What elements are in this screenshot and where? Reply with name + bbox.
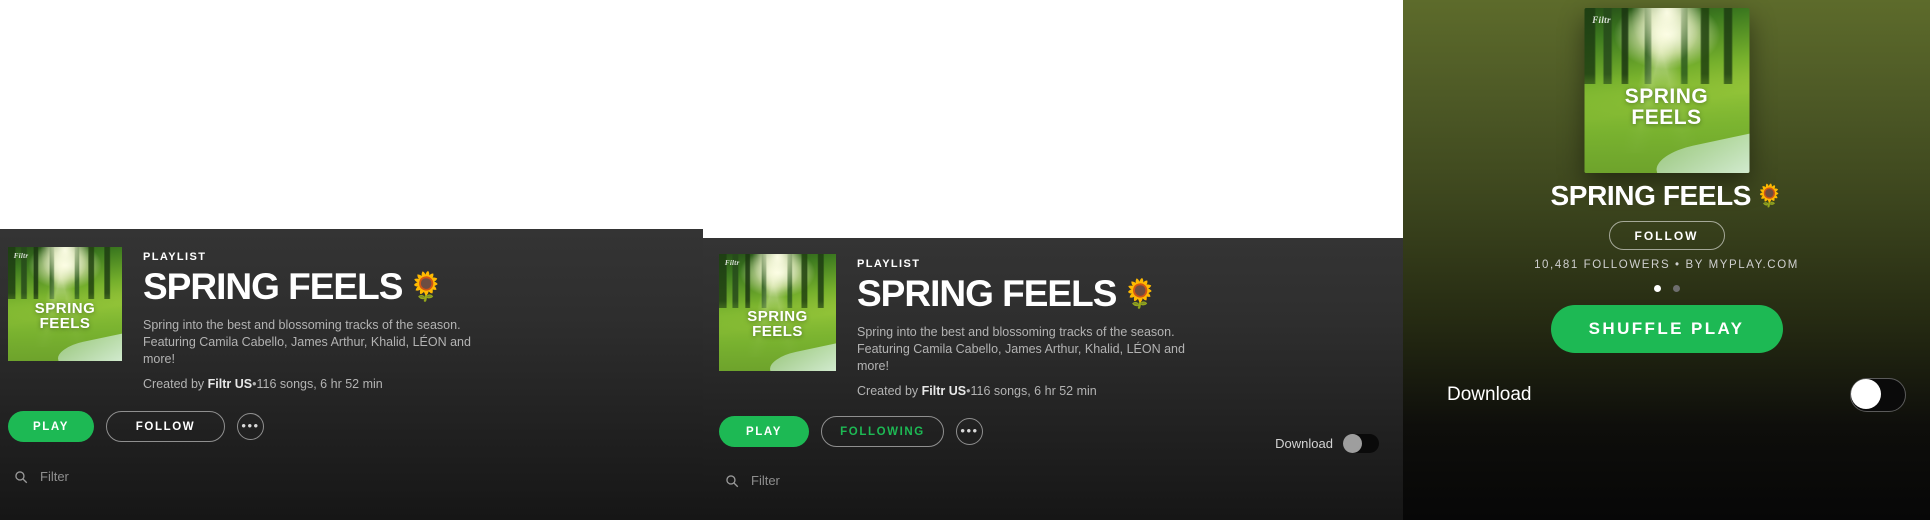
page-title-text: SPRING FEELS: [857, 273, 1117, 314]
more-options-button[interactable]: •••: [237, 413, 264, 440]
following-button[interactable]: FOLLOWING: [821, 416, 944, 447]
mobile-page-title: SPRING FEELS 🌻: [1403, 180, 1930, 212]
playlist-meta: PLAYLIST SPRING FEELS 🌻 Spring into the …: [857, 254, 1207, 398]
playlist-header: Filtr SPRING FEELS PLAYLIST SPRING FEELS…: [703, 238, 1403, 398]
filter-input[interactable]: Filter: [40, 469, 69, 484]
created-by-label: Created by: [857, 384, 919, 398]
sunflower-icon: 🌻: [408, 271, 444, 302]
playlist-type-label: PLAYLIST: [143, 251, 207, 263]
screenshot-stage: Filtr SPRING FEELS PLAYLIST SPRING FEELS…: [0, 0, 1930, 520]
filter-bar[interactable]: Filter: [14, 469, 703, 484]
creator-link[interactable]: Filtr US: [922, 384, 966, 398]
playlist-description: Spring into the best and blossoming trac…: [143, 318, 471, 366]
playlist-stats: 116 songs, 6 hr 52 min: [256, 377, 383, 391]
page-title: SPRING FEELS 🌻: [857, 273, 1207, 315]
action-buttons-row: PLAY FOLLOW •••: [8, 411, 703, 442]
more-options-button[interactable]: •••: [956, 418, 983, 445]
playlist-credits: Created by Filtr US•116 songs, 6 hr 52 m…: [143, 377, 493, 391]
playlist-stats: 116 songs, 6 hr 52 min: [970, 384, 1097, 398]
artwork-title-line1: SPRING: [1624, 84, 1709, 108]
download-toggle-knob: [1343, 434, 1362, 453]
desktop-playlist-panel-unfollowed: Filtr SPRING FEELS PLAYLIST SPRING FEELS…: [0, 229, 703, 520]
created-by-label: Created by: [143, 377, 205, 391]
carousel-dot-inactive[interactable]: [1672, 285, 1680, 292]
shuffle-play-button[interactable]: SHUFFLE PLAY: [1550, 305, 1783, 353]
mobile-download-toggle[interactable]: [1850, 378, 1906, 412]
artwork-title: SPRING FEELS: [1584, 86, 1749, 128]
playlist-credits: Created by Filtr US•116 songs, 6 hr 52 m…: [857, 384, 1207, 398]
desktop-playlist-panel-followed: Filtr SPRING FEELS PLAYLIST SPRING FEELS…: [703, 238, 1403, 520]
playlist-type-label: PLAYLIST: [857, 258, 921, 270]
download-toggle[interactable]: [1343, 434, 1379, 453]
playlist-header: Filtr SPRING FEELS PLAYLIST SPRING FEELS…: [0, 229, 703, 391]
playlist-artwork: Filtr SPRING FEELS: [8, 247, 122, 361]
sunflower-icon: 🌻: [1122, 278, 1158, 309]
playlist-description: Spring into the best and blossoming trac…: [857, 325, 1185, 373]
search-icon: [14, 470, 28, 484]
artwork-brand-logo: Filtr: [13, 251, 29, 260]
artwork-title-line1: SPRING: [747, 307, 808, 325]
mobile-download-toggle-knob: [1851, 379, 1881, 409]
mobile-page-title-text: SPRING FEELS: [1550, 180, 1752, 211]
page-title: SPRING FEELS 🌻: [143, 266, 493, 308]
play-button[interactable]: PLAY: [719, 416, 809, 447]
search-icon: [725, 474, 739, 488]
playlist-meta: PLAYLIST SPRING FEELS 🌻 Spring into the …: [143, 247, 493, 391]
play-button[interactable]: PLAY: [8, 411, 94, 442]
mobile-follow-button[interactable]: FOLLOW: [1608, 221, 1725, 250]
page-title-text: SPRING FEELS: [143, 266, 403, 307]
creator-link[interactable]: Filtr US: [208, 377, 252, 391]
mobile-playlist-panel: Filtr SPRING FEELS SPRING FEELS 🌻 FOLLOW…: [1403, 0, 1930, 520]
playlist-artwork: Filtr SPRING FEELS: [719, 254, 836, 371]
artwork-title-line2: FEELS: [39, 314, 91, 332]
download-label: Download: [1275, 436, 1333, 451]
artwork-title-line2: FEELS: [752, 322, 803, 340]
sunflower-icon: 🌻: [1755, 183, 1783, 208]
mobile-followers-line: 10,481 FOLLOWERS • BY MYPLAY.COM: [1534, 259, 1799, 271]
artwork-brand-logo: Filtr: [1592, 14, 1611, 25]
artwork-title-line1: SPRING: [34, 299, 96, 317]
filter-bar[interactable]: Filter: [725, 473, 1403, 488]
artwork-title: SPRING FEELS: [8, 301, 122, 331]
filter-input[interactable]: Filter: [751, 473, 780, 488]
carousel-dot-active[interactable]: [1653, 285, 1661, 292]
artwork-title: SPRING FEELS: [719, 309, 836, 339]
follow-button[interactable]: FOLLOW: [106, 411, 225, 442]
download-row: Download: [1275, 434, 1379, 453]
artwork-brand-logo: Filtr: [724, 258, 740, 267]
carousel-dots[interactable]: [1403, 285, 1930, 292]
mobile-download-row: Download: [1403, 378, 1930, 412]
playlist-artwork: Filtr SPRING FEELS: [1584, 8, 1749, 173]
artwork-title-line2: FEELS: [1631, 105, 1702, 129]
mobile-download-label: Download: [1447, 384, 1532, 405]
